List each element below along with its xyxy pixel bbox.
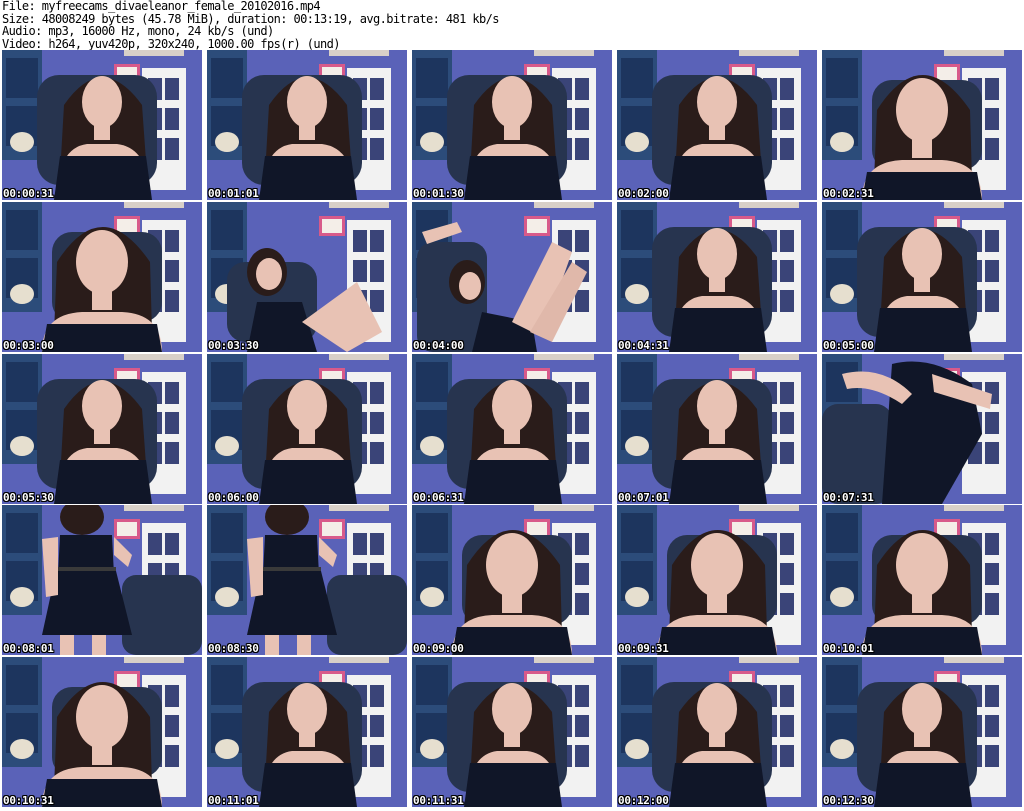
video-thumbnail: 00:09:31 xyxy=(617,505,817,656)
frame-timestamp: 00:09:00 xyxy=(413,642,464,656)
frame-timestamp: 00:01:30 xyxy=(413,187,464,200)
frame-timestamp: 00:06:00 xyxy=(208,490,259,504)
video-thumbnail: 00:10:01 xyxy=(822,505,1022,656)
frame-timestamp: 00:09:31 xyxy=(618,642,669,656)
frame-timestamp: 00:03:30 xyxy=(208,338,259,352)
frame-timestamp: 00:06:31 xyxy=(413,490,464,504)
frame-timestamp: 00:05:30 xyxy=(3,490,54,504)
video-thumbnail: 00:00:31 xyxy=(2,50,202,200)
frame-timestamp: 00:02:00 xyxy=(618,187,669,200)
video-thumbnail: 00:09:00 xyxy=(412,505,612,656)
frame-timestamp: 00:10:01 xyxy=(823,642,874,656)
video-thumbnail: 00:06:31 xyxy=(412,353,612,504)
frame-timestamp: 00:00:31 xyxy=(3,187,54,200)
video-thumbnail: 00:06:00 xyxy=(207,353,407,504)
frame-timestamp: 00:08:01 xyxy=(3,642,54,656)
frame-timestamp: 00:12:30 xyxy=(823,794,874,807)
frame-timestamp: 00:11:31 xyxy=(413,794,464,807)
video-thumbnail: 00:05:30 xyxy=(2,353,202,504)
frame-timestamp: 00:05:00 xyxy=(823,338,874,352)
video-thumbnail: 00:01:30 xyxy=(412,50,612,200)
video-thumbnail: 00:11:31 xyxy=(412,657,612,807)
frame-timestamp: 00:07:31 xyxy=(823,490,874,504)
video-thumbnail: 00:02:31 xyxy=(822,50,1022,200)
file-name-line: File: myfreecams_divaeleanor_female_2010… xyxy=(2,0,321,13)
frame-timestamp: 00:11:01 xyxy=(208,794,259,807)
video-thumbnail: 00:03:00 xyxy=(2,201,202,352)
frame-timestamp: 00:07:01 xyxy=(618,490,669,504)
video-thumbnail: 00:03:30 xyxy=(207,201,407,352)
video-thumbnail: 00:05:00 xyxy=(822,201,1022,352)
video-thumbnail: 00:11:01 xyxy=(207,657,407,807)
video-thumbnail: 00:01:01 xyxy=(207,50,407,200)
audio-info-line: Audio: mp3, 16000 Hz, mono, 24 kb/s (und… xyxy=(2,24,274,38)
frame-timestamp: 00:12:00 xyxy=(618,794,669,807)
video-thumbnail: 00:07:31 xyxy=(822,353,1022,504)
video-thumbnail: 00:08:01 xyxy=(2,505,202,656)
thumbnail-grid: 00:00:31 00:01:01 00:01:30 00:02:00 00:0… xyxy=(2,50,1022,807)
video-thumbnail: 00:04:31 xyxy=(617,201,817,352)
video-thumbnail: 00:08:30 xyxy=(207,505,407,656)
frame-timestamp: 00:08:30 xyxy=(208,642,259,656)
frame-timestamp: 00:01:01 xyxy=(208,187,259,200)
video-thumbnail: 00:10:31 xyxy=(2,657,202,807)
frame-timestamp: 00:02:31 xyxy=(823,187,874,200)
frame-timestamp: 00:10:31 xyxy=(3,794,54,807)
video-info-line: Video: h264, yuv420p, 320x240, 1000.00 f… xyxy=(2,36,340,51)
video-thumbnail: 00:02:00 xyxy=(617,50,817,200)
video-thumbnail: 00:12:00 xyxy=(617,657,817,807)
frame-timestamp: 00:04:31 xyxy=(618,338,669,352)
video-thumbnail: 00:12:30 xyxy=(822,657,1022,807)
video-thumbnail: 00:07:01 xyxy=(617,353,817,504)
frame-timestamp: 00:03:00 xyxy=(3,338,54,352)
file-info-header: File: myfreecams_divaeleanor_female_2010… xyxy=(2,0,1022,50)
frame-timestamp: 00:04:00 xyxy=(413,338,464,352)
video-thumbnail: 00:04:00 xyxy=(412,201,612,352)
